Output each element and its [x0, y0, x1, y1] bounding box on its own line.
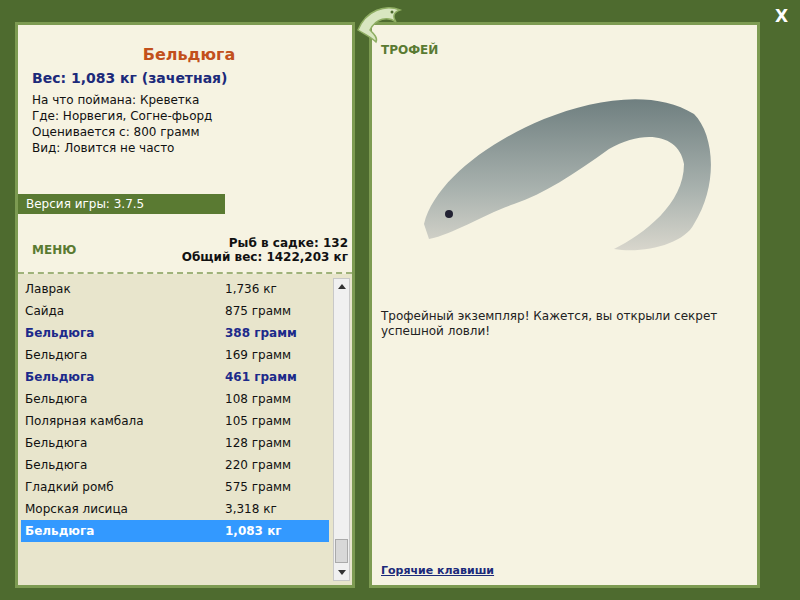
- catch-row[interactable]: Бельдюга108 грамм: [21, 388, 329, 410]
- catch-list-area: Лаврак1,736 кгСайда875 граммБельдюга388 …: [18, 274, 352, 585]
- scrollbar[interactable]: [333, 278, 350, 581]
- fish-weight: Вес: 1,083 кг (зачетная): [32, 70, 352, 86]
- menu-row: МЕНЮ Рыб в садке: 132Общий вес: 1422,203 …: [18, 214, 352, 274]
- trophy-panel: ТРОФЕЙ Трофейный экземпляр! Кажется, вы о…: [369, 22, 760, 588]
- fish-detail: Вид: Ловится не часто: [32, 140, 352, 156]
- catch-row[interactable]: Полярная камбала105 грамм: [21, 410, 329, 432]
- scroll-down-icon[interactable]: [334, 565, 349, 580]
- catch-row[interactable]: Лаврак1,736 кг: [21, 278, 329, 300]
- catch-row[interactable]: Бельдюга461 грамм: [21, 366, 329, 388]
- hotkeys-link[interactable]: Горячие клавиши: [381, 564, 747, 577]
- catch-row[interactable]: Бельдюга220 грамм: [21, 454, 329, 476]
- fish-card-window: X Бельдюга Вес: 1,083 кг (зачетная) На что …: [0, 0, 800, 600]
- keepnet-summary: Рыб в садке: 132Общий вес: 1422,203 кг: [182, 236, 348, 264]
- keepnet-count: Рыб в садке: 132: [182, 236, 348, 250]
- fish-detail: Где: Норвегия, Согне-фьорд: [32, 108, 352, 124]
- game-version-bar: Версия игры: 3.7.5: [18, 194, 225, 214]
- catch-row[interactable]: Бельдюга1,083 кг: [21, 520, 329, 542]
- trophy-message: Трофейный экземпляр! Кажется, вы открыли…: [381, 309, 747, 339]
- fish-name: Бельдюга: [26, 45, 352, 64]
- scroll-up-icon[interactable]: [334, 279, 349, 294]
- close-button[interactable]: X: [771, 4, 792, 28]
- fish-photo: [381, 59, 747, 289]
- trophy-label: ТРОФЕЙ: [381, 43, 747, 57]
- fish-info-panel: Бельдюга Вес: 1,083 кг (зачетная) На что п…: [15, 22, 355, 588]
- fish-details: На что поймана: КреветкаГде: Норвегия, С…: [32, 92, 352, 156]
- keepnet-total: Общий вес: 1422,203 кг: [182, 250, 348, 264]
- catch-row[interactable]: Гладкий ромб575 грамм: [21, 476, 329, 498]
- catch-list: Лаврак1,736 кгСайда875 граммБельдюга388 …: [21, 278, 329, 581]
- catch-row[interactable]: Бельдюга388 грамм: [21, 322, 329, 344]
- fish-detail: Оценивается с: 800 грамм: [32, 124, 352, 140]
- menu-button[interactable]: МЕНЮ: [32, 243, 76, 257]
- catch-row[interactable]: Бельдюга169 грамм: [21, 344, 329, 366]
- catch-row[interactable]: Морская лисица3,318 кг: [21, 498, 329, 520]
- catch-row[interactable]: Сайда875 грамм: [21, 300, 329, 322]
- scroll-thumb[interactable]: [335, 539, 348, 563]
- fish-info: Бельдюга Вес: 1,083 кг (зачетная) На что п…: [18, 25, 352, 168]
- scroll-track[interactable]: [334, 294, 349, 565]
- dolphin-logo-icon: [352, 0, 408, 48]
- fish-detail: На что поймана: Креветка: [32, 92, 352, 108]
- catch-row[interactable]: Бельдюга128 грамм: [21, 432, 329, 454]
